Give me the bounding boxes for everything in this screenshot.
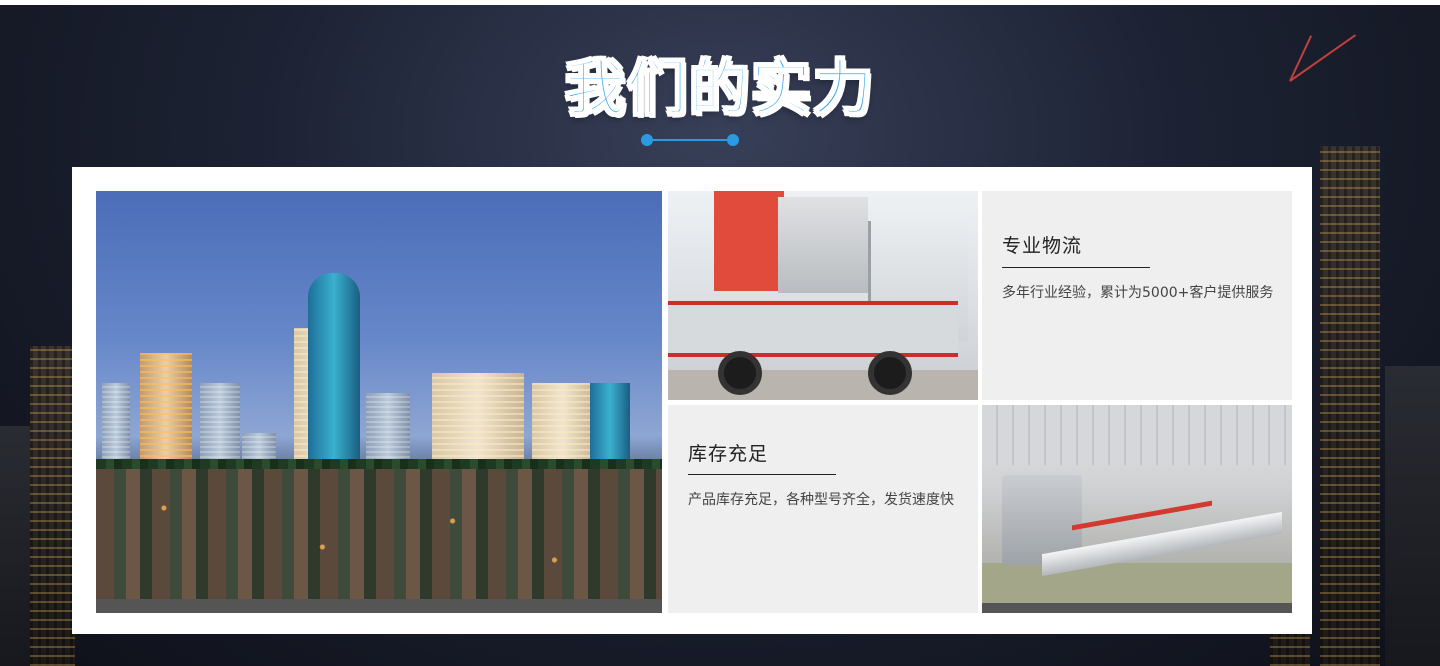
inventory-heading: 库存充足 xyxy=(688,443,769,465)
inventory-description: 产品库存充足，各种型号齐全，发货速度快 xyxy=(688,492,954,508)
divider-dot-right xyxy=(727,134,739,146)
truck-wheel xyxy=(718,351,762,395)
logistics-card: 专业物流 多年行业经验，累计为5000+客户提供服务 xyxy=(982,191,1292,400)
heading-underline xyxy=(688,474,836,475)
background-building xyxy=(30,346,75,666)
ground xyxy=(668,370,978,400)
red-machine xyxy=(714,191,784,291)
background-building xyxy=(1320,146,1380,666)
machine-red-bar xyxy=(1072,500,1212,531)
image-base-strip xyxy=(96,599,662,613)
inventory-card: 库存充足 产品库存充足，各种型号齐全，发货速度快 xyxy=(668,405,978,613)
delivery-truck-image xyxy=(668,191,978,400)
city-skyline-image xyxy=(96,191,662,613)
image-base-strip xyxy=(982,603,1292,613)
factory-roof xyxy=(982,405,1292,465)
factory-machine-image xyxy=(982,405,1292,613)
grey-machine xyxy=(778,197,868,293)
top-strip xyxy=(0,0,1440,5)
section-header: 我们的实力 xyxy=(0,40,1440,127)
truck-bed xyxy=(668,301,958,357)
strength-panel: 专业物流 多年行业经验，累计为5000+客户提供服务 库存充足 产品库存充足，各… xyxy=(72,167,1312,634)
background-building xyxy=(0,426,30,666)
truck-wheel xyxy=(868,351,912,395)
factory-floor xyxy=(982,563,1292,603)
title-divider xyxy=(646,139,738,141)
heading-underline xyxy=(1002,267,1150,268)
divider-dot-left xyxy=(641,134,653,146)
logistics-description: 多年行业经验，累计为5000+客户提供服务 xyxy=(1002,285,1274,301)
section-title: 我们的实力 xyxy=(564,53,875,125)
city-houses xyxy=(96,469,662,599)
background-building xyxy=(1385,366,1440,666)
logistics-heading: 专业物流 xyxy=(1002,235,1083,257)
